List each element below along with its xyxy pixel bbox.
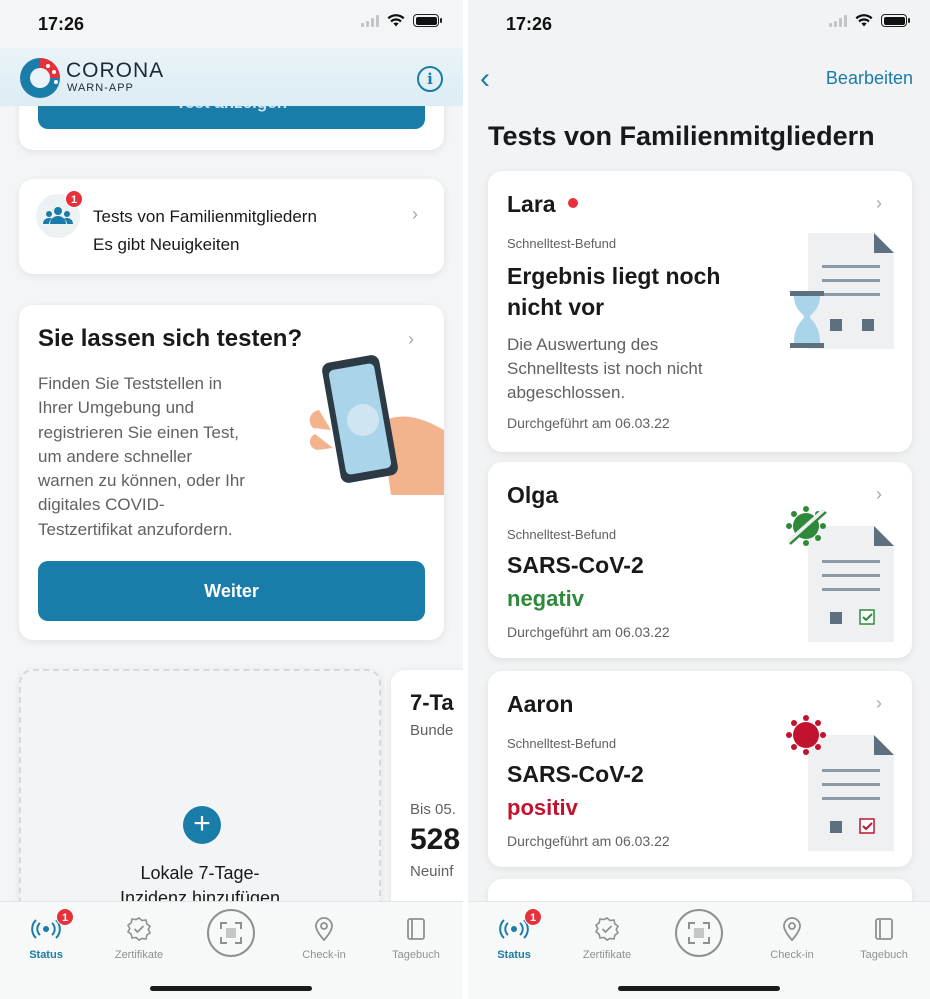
tab-certificates[interactable]: Zertifikate (99, 914, 179, 961)
signal-icon (829, 14, 847, 27)
tab-check-in-label: Check-in (770, 949, 814, 961)
clock: 17:26 (506, 14, 553, 34)
brand-subtitle: WARN-APP (67, 82, 134, 94)
test-type: Schnelltest-Befund (507, 527, 617, 542)
tab-status-label: Status (497, 949, 531, 961)
chevron-right-icon: › (876, 193, 882, 213)
family-tests-card[interactable]: 1 Tests von Familienmitgliedern Es gibt … (19, 179, 444, 274)
battery-icon (413, 14, 442, 27)
status-bar: 17:26 (468, 0, 930, 48)
status-icons (829, 14, 910, 27)
home-indicator (618, 986, 780, 991)
test-type: Schnelltest-Befund (507, 236, 617, 251)
cwa-logo (20, 58, 60, 98)
chevron-right-icon: › (408, 329, 414, 349)
continue-button[interactable]: Weiter (38, 561, 425, 621)
qr-scan-button[interactable] (675, 909, 723, 957)
certificate-icon (594, 917, 620, 941)
incidence-card[interactable]: 7-Ta Bunde Bis 05. 528 Neuinf (391, 670, 463, 930)
test-date: Durchgeführt am 06.03.22 (507, 624, 670, 640)
test-result: Ergebnis liegt noch nicht vor (507, 263, 721, 320)
add-icon[interactable]: + (183, 806, 221, 844)
wifi-icon (855, 14, 873, 27)
tab-status[interactable]: Status 1 (6, 908, 86, 961)
chevron-right-icon: › (412, 204, 418, 224)
family-test-card-lara[interactable]: Lara › Schnelltest-Befund Ergebnis liegt… (488, 171, 912, 452)
member-name: Lara (507, 191, 578, 218)
positive-document-icon (786, 715, 894, 851)
family-tests-subtitle: Es gibt Neuigkeiten (93, 235, 240, 254)
page-title: Tests von Familienmitgliedern (488, 121, 875, 151)
status-bar: 17:26 (0, 0, 463, 48)
tab-certificates-label: Zertifikate (582, 949, 632, 961)
family-test-card-olga[interactable]: Olga › Schnelltest-Befund SARS-CoV-2 neg… (488, 462, 912, 658)
family-tests-title: Tests von Familienmitgliedern (93, 207, 317, 226)
status-screen: 17:26 Test anzeigen CORONA WARN-APP i (0, 0, 463, 999)
app-header: CORONA WARN-APP i (0, 48, 463, 106)
test-status-positive: positiv (507, 795, 578, 820)
unread-dot (567, 197, 578, 208)
tab-check-in[interactable]: Check-in (284, 914, 364, 961)
test-status-negative: negativ (507, 586, 585, 611)
phone-in-hand-illustration (309, 355, 444, 495)
add-incidence-card[interactable]: + Lokale 7-Tage- Inzidenz hinzufügen (19, 669, 381, 929)
diary-icon (407, 918, 425, 940)
tab-diary[interactable]: Tagebuch (376, 914, 456, 961)
location-pin-icon (783, 917, 801, 942)
get-tested-description: Finden Sie Teststellen in Ihrer Umgebung… (38, 374, 245, 539)
back-chevron-icon[interactable]: ‹ (480, 62, 490, 96)
incidence-subtitle: Bunde (410, 722, 454, 739)
tab-certificates[interactable]: Zertifikate (567, 914, 647, 961)
member-name: Olga (507, 482, 559, 508)
qr-scan-button[interactable] (207, 909, 255, 957)
family-tests-screen: 17:26 ‹ Bearbeiten Tests von Familienmit… (468, 0, 930, 999)
qr-scan-icon (220, 922, 242, 944)
home-indicator (150, 986, 312, 991)
incidence-value: 528 (410, 823, 461, 856)
test-description: Die Auswertung des Schnelltests ist noch… (507, 335, 703, 402)
tab-bar: Status 1 Zertifikate Check-in Tagebuch (0, 901, 463, 999)
info-icon[interactable]: i (417, 66, 443, 92)
tab-check-in-label: Check-in (302, 949, 346, 961)
test-type: Schnelltest-Befund (507, 736, 617, 751)
family-test-card-aaron[interactable]: Aaron › Schnelltest-Befund SARS-CoV-2 po… (488, 671, 912, 867)
tab-diary-label: Tagebuch (860, 949, 908, 961)
chevron-right-icon: › (876, 693, 882, 713)
tab-status-label: Status (29, 949, 63, 961)
test-date: Durchgeführt am 06.03.22 (507, 415, 670, 431)
incidence-unit: Neuinf (410, 863, 454, 880)
location-pin-icon (315, 917, 333, 942)
tab-diary-label: Tagebuch (392, 949, 440, 961)
tab-status[interactable]: Status 1 (474, 908, 554, 961)
test-date: Durchgeführt am 06.03.22 (507, 833, 670, 849)
brand-title: CORONA (66, 59, 165, 82)
tab-diary[interactable]: Tagebuch (844, 914, 924, 961)
chevron-right-icon: › (876, 484, 882, 504)
incidence-title: 7-Ta (410, 690, 454, 715)
test-result: SARS-CoV-2 (507, 761, 644, 787)
status-badge: 1 (524, 908, 542, 926)
tab-certificates-label: Zertifikate (114, 949, 164, 961)
pending-document-icon (790, 233, 894, 349)
get-tested-title: Sie lassen sich testen? (38, 325, 303, 352)
signal-icon (361, 14, 379, 27)
incidence-date: Bis 05. (410, 801, 456, 818)
qr-scan-icon (688, 922, 710, 944)
status-badge: 1 (56, 908, 74, 926)
get-tested-card[interactable]: Sie lassen sich testen? › Finden Sie Tes… (19, 305, 444, 640)
family-badge: 1 (65, 190, 83, 208)
certificate-icon (126, 917, 152, 941)
status-icons (361, 14, 442, 27)
member-name: Aaron (507, 691, 574, 717)
tab-bar: Status 1 Zertifikate Check-in Tagebuch (468, 901, 930, 999)
battery-icon (881, 14, 910, 27)
negative-document-icon (786, 506, 894, 642)
edit-button[interactable]: Bearbeiten (826, 68, 913, 89)
diary-icon (875, 918, 893, 940)
wifi-icon (387, 14, 405, 27)
test-result: SARS-CoV-2 (507, 552, 644, 578)
clock: 17:26 (38, 14, 85, 34)
tab-check-in[interactable]: Check-in (752, 914, 832, 961)
